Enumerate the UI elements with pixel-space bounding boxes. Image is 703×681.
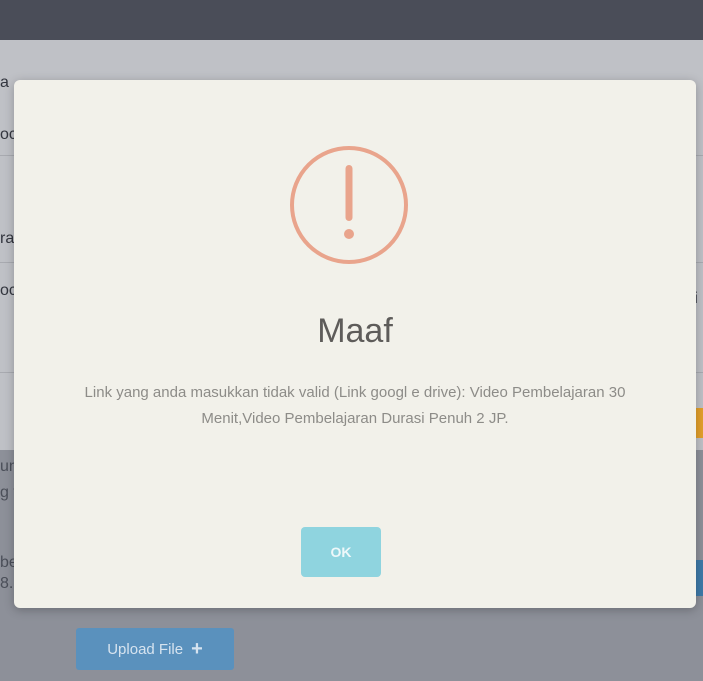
ok-button[interactable]: OK: [301, 527, 381, 577]
dialog-message: Link yang anda masukkan tidak valid (Lin…: [84, 384, 626, 427]
dialog-title: Maaf: [317, 312, 393, 350]
upload-file-label: Upload File: [107, 640, 184, 658]
page-header-bar: [0, 0, 703, 40]
upload-file-button[interactable]: Upload File +: [76, 628, 234, 670]
plus-icon: +: [191, 637, 203, 660]
exclamation-circle-icon: [290, 146, 408, 264]
